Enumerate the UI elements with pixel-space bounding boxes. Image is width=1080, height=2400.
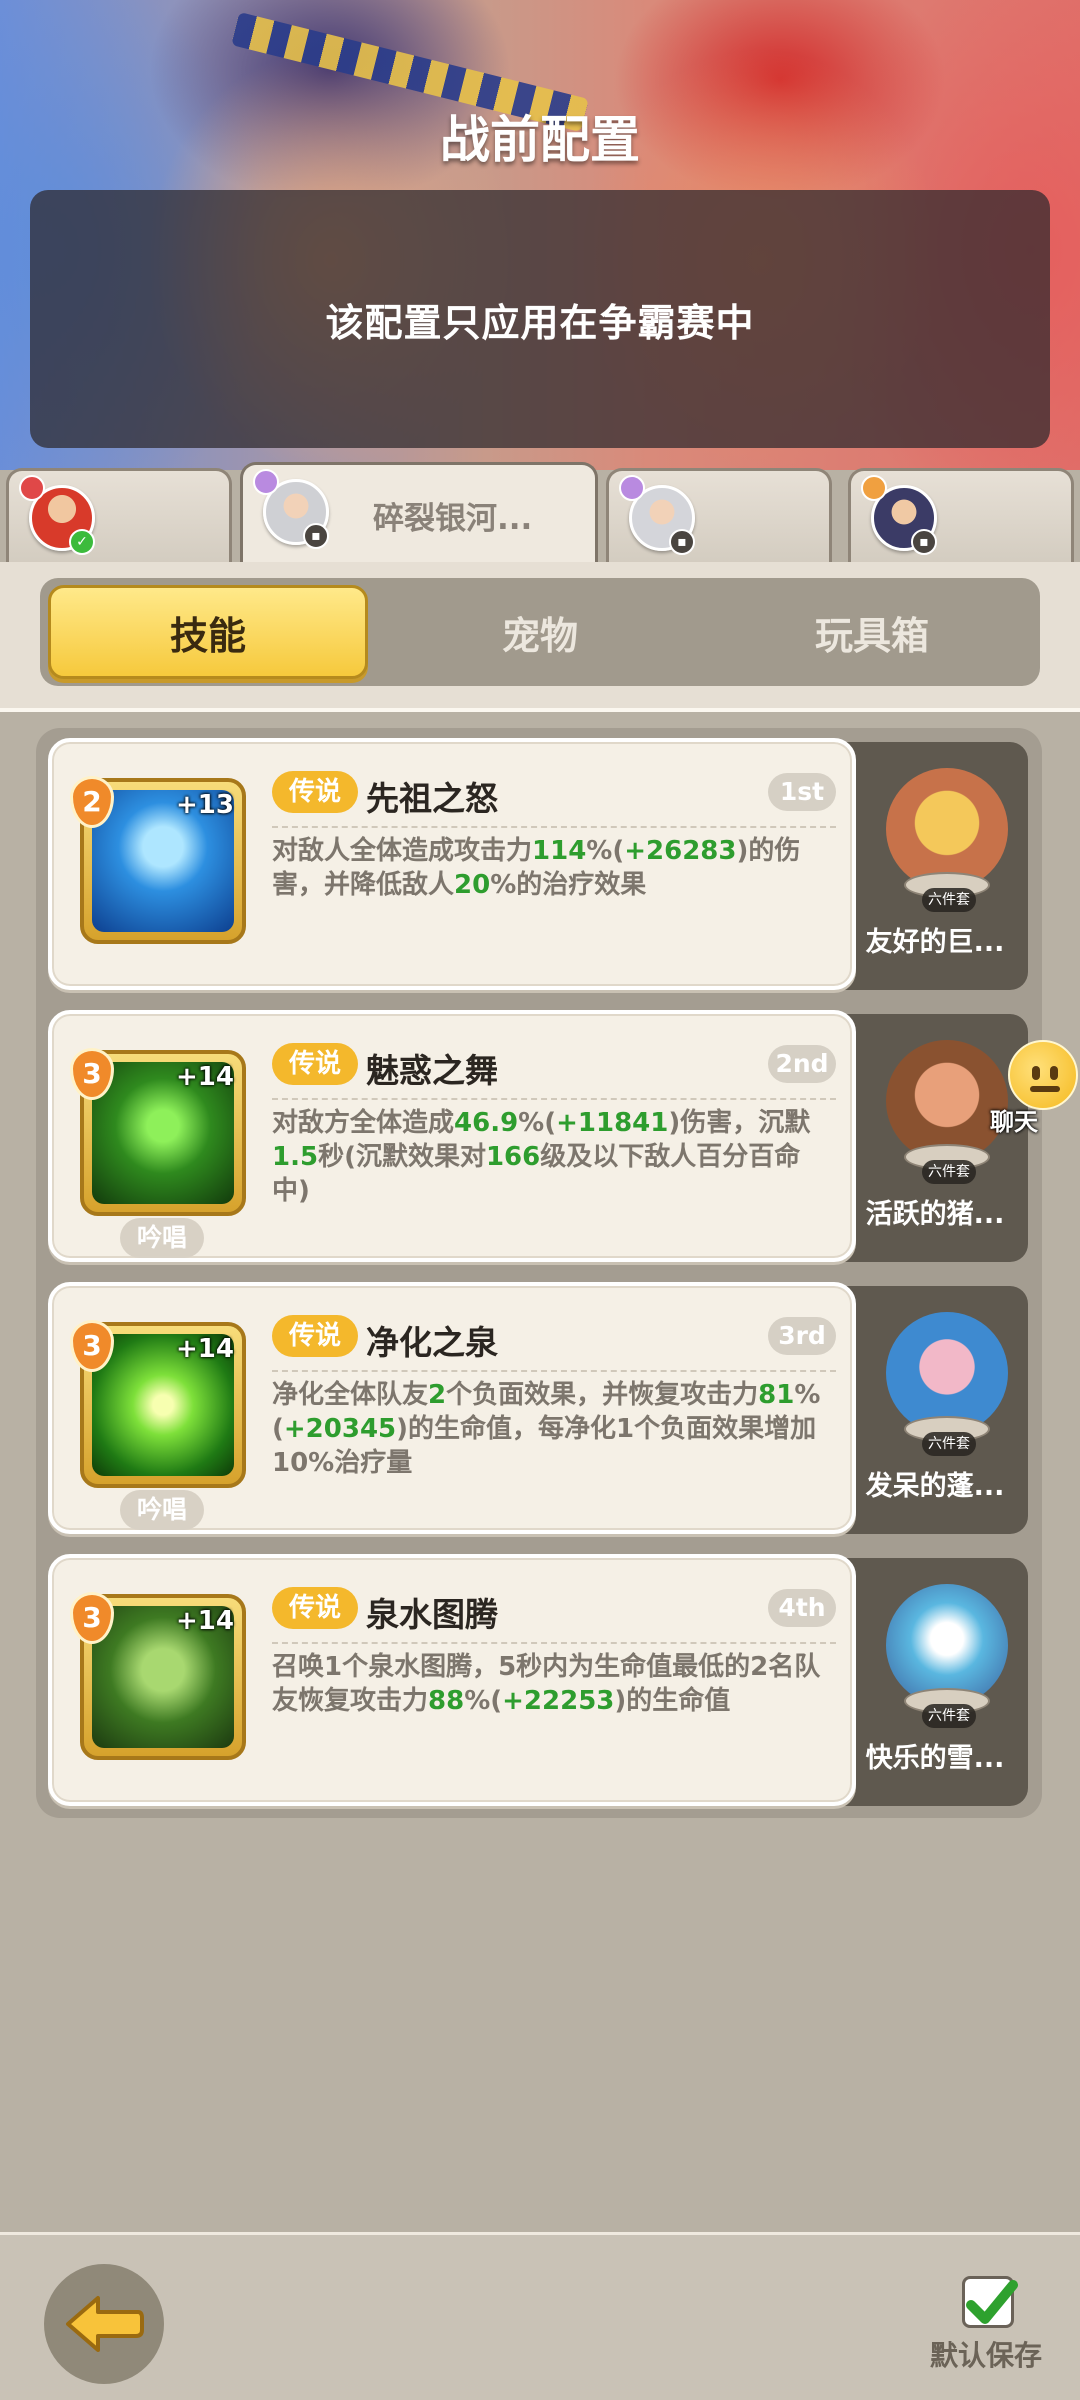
desc-value: +26283 (624, 836, 737, 866)
desc-value: +20345 (283, 1414, 397, 1444)
skill-plus-level: +14 (176, 1062, 234, 1092)
desc-value: 2 (428, 1380, 447, 1410)
hero-tab-3[interactable]: ▪ (606, 468, 832, 564)
skill-name: 魅惑之舞 (366, 1051, 498, 1090)
desc-value: 81 (758, 1380, 795, 1410)
skill-plus-level: +14 (176, 1334, 234, 1364)
skill-description: 对敌方全体造成46.9%(+11841)伤害，沉默1.5秒(沉默效果对166级及… (272, 1106, 838, 1208)
divider (272, 1370, 836, 1372)
back-button[interactable] (44, 2264, 164, 2384)
skill-name: 泉水图腾 (366, 1595, 498, 1634)
skill-plus-level: +14 (176, 1606, 234, 1636)
desc-text: %( (586, 836, 625, 866)
notice-text: 该配置只应用在争霸赛中 (325, 300, 755, 345)
emoji-eye (1032, 1066, 1040, 1080)
hero-lock-icon: ▪ (669, 529, 695, 555)
chat-emoji-icon[interactable] (1008, 1040, 1078, 1110)
desc-text: 个负面效果，并恢复攻击力 (446, 1380, 759, 1410)
skill-name: 先祖之怒 (366, 779, 498, 818)
skill-name: 净化之泉 (366, 1323, 498, 1362)
pet-name: 友好的巨... (865, 927, 1005, 958)
rarity-badge: 传说 (272, 771, 358, 813)
desc-value: +22253 (502, 1686, 615, 1716)
hero-lock-icon: ▪ (911, 529, 937, 555)
rarity-badge: 传说 (272, 1315, 358, 1357)
desc-value: 88 (428, 1686, 465, 1716)
desc-text: 对敌人全体造成攻击力 (272, 836, 533, 866)
desc-text: )伤害，沉默 (668, 1108, 811, 1138)
desc-value: +11841 (556, 1108, 669, 1138)
rank-badge: 4th (768, 1589, 836, 1627)
rarity-badge: 传说 (272, 1043, 358, 1085)
page-title: 战前配置 (440, 111, 640, 169)
desc-value: 114 (532, 836, 587, 866)
chant-tag: 吟唱 (120, 1218, 204, 1258)
pet-name: 发呆的蓬... (865, 1471, 1005, 1502)
rank-badge: 1st (768, 773, 836, 811)
hero-lock-icon: ▪ (303, 523, 329, 549)
pet-set-tag: 六件套 (922, 1160, 976, 1184)
desc-text: %( (464, 1686, 503, 1716)
tab-pets-label: 宠物 (501, 613, 578, 658)
chant-tag: 吟唱 (120, 1490, 204, 1530)
desc-value: 20 (454, 870, 491, 900)
hero-tab-4[interactable]: ▪ (848, 468, 1074, 564)
desc-text: 秒(沉默效果对 (318, 1142, 486, 1172)
tab-skills[interactable]: 技能 (48, 585, 368, 679)
chat-label[interactable]: 聊天 (990, 1102, 1038, 1137)
skill-description: 对敌人全体造成攻击力114%(+26283)的伤害，并降低敌人20%的治疗效果 (272, 834, 838, 902)
tab-pets[interactable]: 宠物 (380, 585, 700, 679)
desc-text: 净化全体队友 (272, 1380, 429, 1410)
tab-skills-label: 技能 (169, 613, 246, 658)
desc-value: 46.9 (454, 1108, 519, 1138)
hero-class-icon (619, 475, 645, 501)
emoji-mouth (1030, 1086, 1060, 1092)
pet-set-tag: 六件套 (922, 1704, 976, 1728)
desc-text: 对敌方全体造成 (272, 1108, 455, 1138)
emoji-eye (1050, 1066, 1058, 1080)
hero-selected-icon: ✓ (69, 529, 95, 555)
hero-name: 碎裂银河... (373, 501, 533, 537)
back-arrow-icon (66, 2296, 144, 2352)
divider (272, 1642, 836, 1644)
rank-badge: 3rd (768, 1317, 836, 1355)
hero-class-icon (19, 475, 45, 501)
default-save-checkbox[interactable] (962, 2276, 1018, 2328)
notice-box: 该配置只应用在争霸赛中 (30, 190, 1050, 448)
hero-tab-1[interactable]: ✓ (6, 468, 232, 564)
skill-plus-level: +13 (176, 790, 234, 820)
check-icon (966, 2280, 1018, 2324)
pet-name: 快乐的雪... (865, 1743, 1005, 1774)
hero-class-icon (253, 469, 279, 495)
default-save-label[interactable]: 默认保存 (930, 2334, 1042, 2374)
desc-text: %的治疗效果 (490, 870, 647, 900)
pet-name: 活跃的猪... (865, 1199, 1005, 1230)
skill-description: 净化全体队友2个负面效果，并恢复攻击力81%(+20345)的生命值，每净化1个… (272, 1378, 838, 1480)
skill-description: 召唤1个泉水图腾，5秒内为生命值最低的2名队友恢复攻击力88%(+22253)的… (272, 1650, 838, 1718)
divider (272, 1098, 836, 1100)
pet-set-tag: 六件套 (922, 888, 976, 912)
desc-text: )的生命值 (614, 1686, 731, 1716)
desc-value: 1.5 (272, 1142, 319, 1172)
tab-toybox[interactable]: 玩具箱 (712, 585, 1032, 679)
pet-set-tag: 六件套 (922, 1432, 976, 1456)
desc-value: 166 (485, 1142, 541, 1172)
rarity-badge: 传说 (272, 1587, 358, 1629)
hero-tab-2[interactable]: ▪ 碎裂银河... (240, 462, 598, 566)
tab-toybox-label: 玩具箱 (814, 613, 929, 658)
desc-text: %( (518, 1108, 557, 1138)
divider (272, 826, 836, 828)
hero-class-icon (861, 475, 887, 501)
rank-badge: 2nd (768, 1045, 836, 1083)
